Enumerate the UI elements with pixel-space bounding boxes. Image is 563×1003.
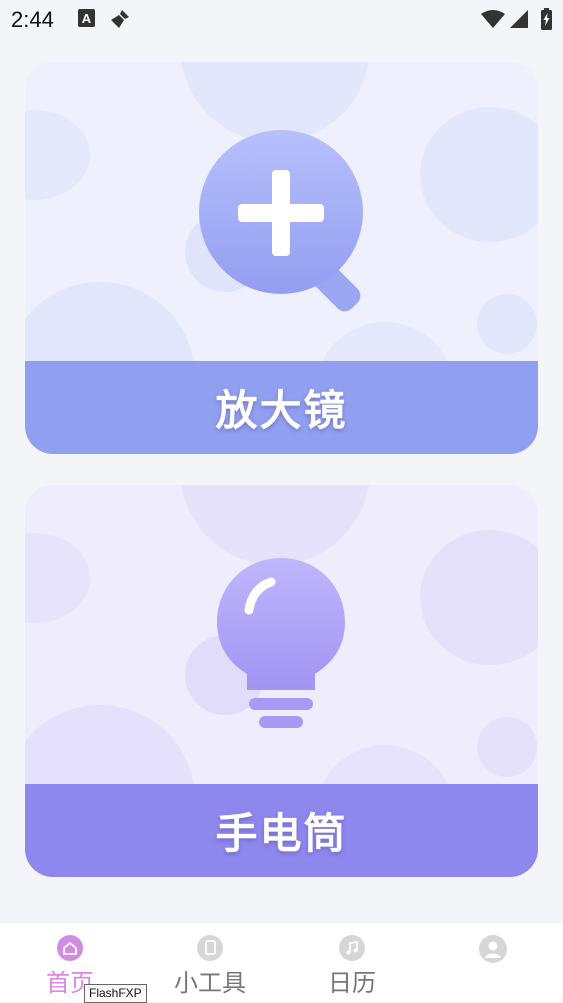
broom-icon bbox=[110, 9, 130, 33]
nav-label-tools: 小工具 bbox=[174, 969, 246, 997]
flashlight-label: 手电筒 bbox=[215, 809, 348, 858]
text-a-icon: A bbox=[78, 9, 95, 31]
signal-icon bbox=[510, 10, 528, 32]
lightbulb-icon bbox=[213, 556, 349, 736]
svg-text:A: A bbox=[82, 11, 92, 26]
decor-circle bbox=[180, 485, 370, 565]
battery-icon bbox=[541, 8, 552, 34]
profile-icon bbox=[479, 935, 507, 963]
decor-circle bbox=[25, 533, 90, 623]
decor-circle bbox=[420, 107, 538, 242]
nav-item-calendar[interactable]: 日历 bbox=[282, 923, 422, 1002]
decor-circle bbox=[477, 294, 537, 354]
nav-label-calendar: 日历 bbox=[328, 969, 376, 997]
magnifier-plus-icon bbox=[198, 128, 368, 317]
nav-item-tools[interactable]: 小工具 bbox=[140, 923, 280, 1002]
decor-circle bbox=[420, 530, 538, 665]
wifi-icon bbox=[481, 10, 505, 32]
tooltip: FlashFXP bbox=[84, 984, 147, 1003]
nav-item-profile[interactable] bbox=[423, 923, 563, 1002]
decor-circle bbox=[477, 717, 537, 777]
music-note-icon bbox=[339, 935, 365, 961]
tools-icon bbox=[197, 935, 223, 961]
status-time: 2:44 bbox=[11, 7, 54, 32]
flashlight-card[interactable]: 手电筒 bbox=[25, 485, 538, 877]
status-bar: 2:44 A bbox=[0, 0, 563, 38]
magnifier-card[interactable]: 放大镜 bbox=[25, 62, 538, 454]
flashlight-label-bar: 手电筒 bbox=[25, 784, 538, 877]
magnifier-label: 放大镜 bbox=[215, 386, 348, 435]
home-icon bbox=[57, 935, 83, 961]
decor-circle bbox=[25, 110, 90, 200]
magnifier-label-bar: 放大镜 bbox=[25, 361, 538, 454]
